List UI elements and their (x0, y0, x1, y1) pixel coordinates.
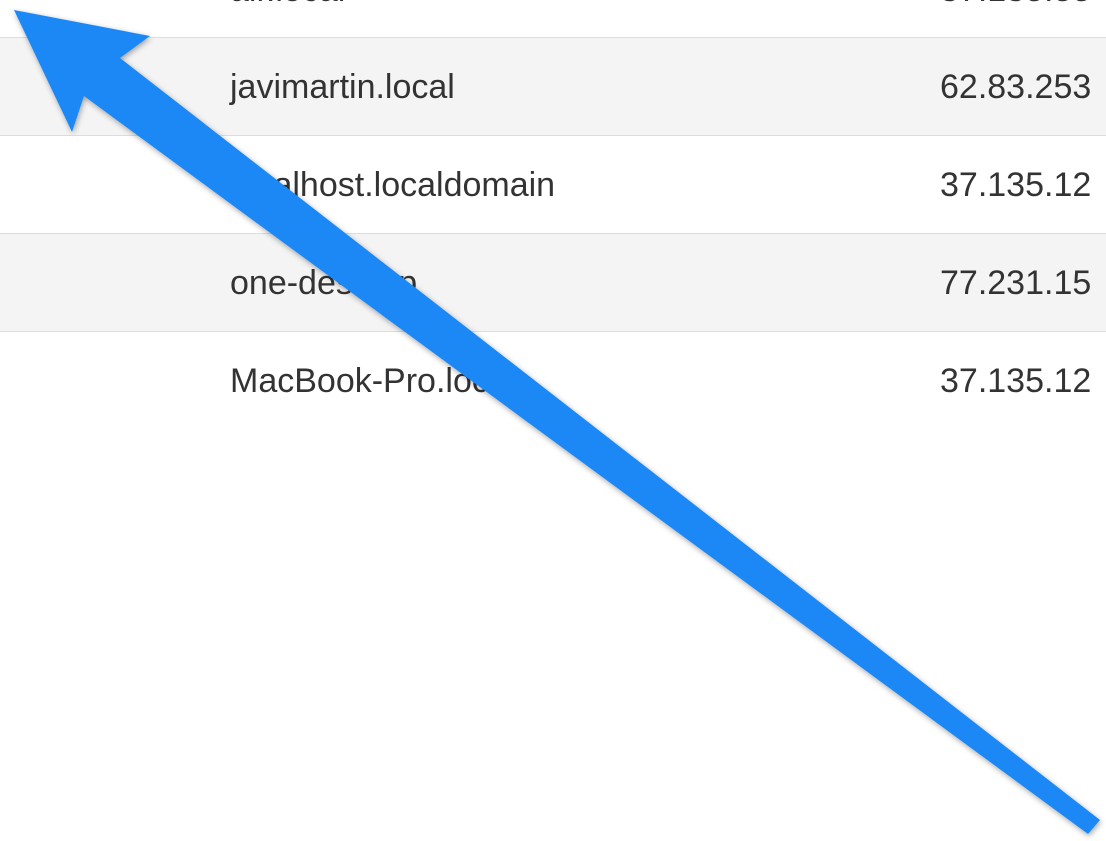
table-row[interactable]: localhost.localdomain 37.135.12 (0, 136, 1106, 234)
table-row[interactable]: one-desktop 77.231.15 (0, 234, 1106, 332)
hostname-cell: MacBook-Pro.local (230, 362, 516, 400)
device-table: air.local 37.135.55 javimartin.local 62.… (0, 0, 1106, 430)
table-row[interactable]: javimartin.local 62.83.253 (0, 38, 1106, 136)
ip-address-cell: 37.135.12 (940, 362, 1092, 400)
ip-address-cell: 77.231.15 (940, 264, 1092, 302)
hostname-cell: javimartin.local (230, 68, 455, 106)
hostname-cell: air.local (230, 0, 345, 10)
ip-address-cell: 37.135.55 (940, 0, 1091, 10)
table-row[interactable]: air.local 37.135.55 (0, 0, 1106, 38)
table-row[interactable]: MacBook-Pro.local 37.135.12 (0, 332, 1106, 430)
screenshot-stage: air.local 37.135.55 javimartin.local 62.… (0, 0, 1106, 841)
ip-address-cell: 37.135.12 (940, 166, 1092, 204)
hostname-cell: localhost.localdomain (230, 166, 556, 204)
ip-address-cell: 62.83.253 (940, 68, 1092, 106)
hostname-cell: one-desktop (230, 264, 418, 302)
